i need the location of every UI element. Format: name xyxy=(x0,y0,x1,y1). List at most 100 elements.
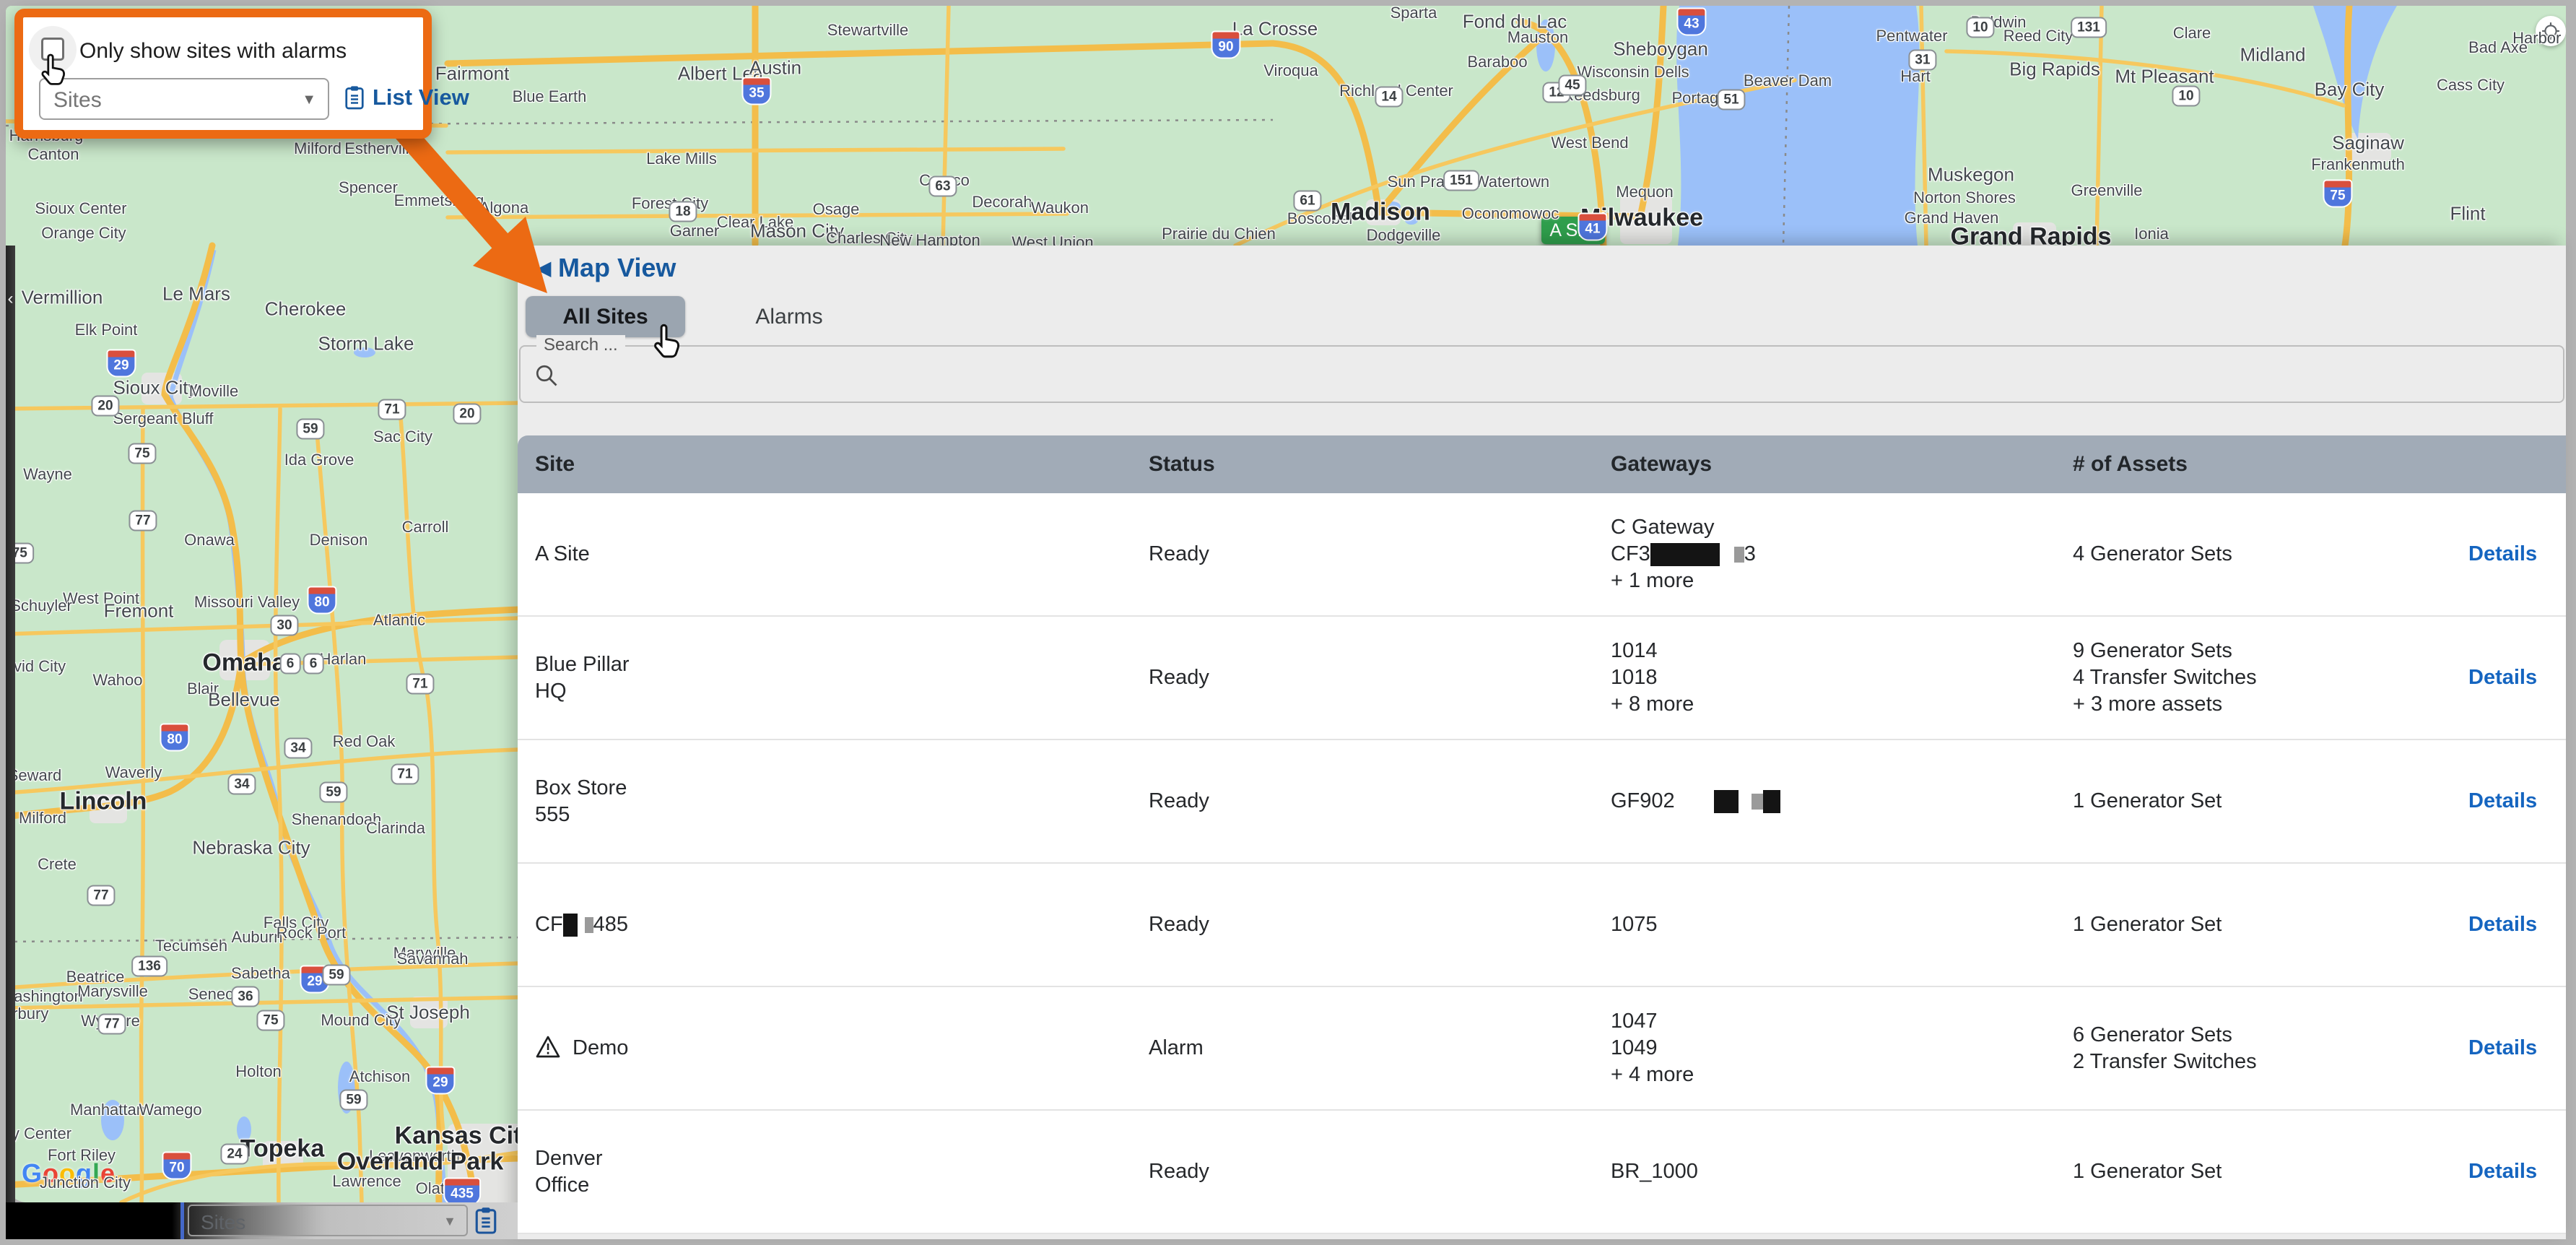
map-label: Flint xyxy=(2450,203,2485,225)
cell-line: 1018 xyxy=(1611,664,2055,691)
cell-line: + 1 more xyxy=(1611,568,2055,594)
map-label: Greenville xyxy=(2071,181,2142,200)
table-header: Site Status Gateways # of Assets xyxy=(518,435,2566,493)
map-label: Saginaw xyxy=(2332,132,2404,155)
map-label: Rock Port xyxy=(277,924,347,942)
map-label: Mequon xyxy=(1616,183,1674,201)
map-label: Sparta xyxy=(1391,6,1437,22)
us-route-shield: 20 xyxy=(91,396,119,417)
sites-mini-select[interactable]: Sites ▼ xyxy=(188,1205,468,1236)
map-label: Orange City xyxy=(41,224,126,243)
map-label: Spencer xyxy=(339,178,398,197)
cell-line: 6 Generator Sets xyxy=(2073,1022,2468,1049)
redaction-block xyxy=(1714,790,1739,813)
map-label: Sergeant Bluff xyxy=(113,409,213,428)
cell-line: 1 Generator Set xyxy=(2073,911,2468,938)
cell-gateways: 1075 xyxy=(1593,911,2055,938)
search-input[interactable]: Search ... xyxy=(519,345,2564,403)
map-label: Muskegon xyxy=(1928,164,2014,186)
window-left-edge: ‹ xyxy=(6,246,15,1202)
list-view-button[interactable]: List View xyxy=(344,84,469,111)
cell-line: HQ xyxy=(535,678,630,705)
tab-alarms[interactable]: Alarms xyxy=(710,296,869,337)
map-label: Onawa xyxy=(184,531,235,550)
cell-assets: 1 Generator Set xyxy=(2055,788,2468,815)
us-route-shield: 75 xyxy=(128,443,156,464)
cell-assets: 6 Generator Sets2 Transfer Switches xyxy=(2055,1022,2468,1075)
status-value: Ready xyxy=(1149,913,1209,936)
us-route-shield: 10 xyxy=(2172,86,2200,107)
us-route-shield: 34 xyxy=(227,774,256,795)
annotation-callout: Only show sites with alarms Sites ▼ List… xyxy=(14,9,432,139)
cell-line: 4 Transfer Switches xyxy=(2073,664,2468,691)
interstate-shield: 29 xyxy=(106,350,136,378)
map-view-label: Map View xyxy=(558,253,676,283)
tab-all-sites-label: All Sites xyxy=(562,305,648,329)
sites-dropdown[interactable]: Sites ▼ xyxy=(39,78,329,120)
us-route-shield: 18 xyxy=(669,201,697,222)
cell-details: Details xyxy=(2468,1160,2566,1184)
cell-line: Office xyxy=(535,1172,603,1199)
us-route-shield: 45 xyxy=(1558,75,1586,96)
map-label: Washington xyxy=(6,987,83,1006)
cell-line: CF33 xyxy=(1611,541,2055,568)
map-label: Marysville xyxy=(77,982,148,1001)
map-label: Denison xyxy=(310,531,368,550)
cell-line: + 3 more assets xyxy=(2073,691,2468,718)
sites-panel: ◀ Map View All Sites Alarms Search ... S… xyxy=(518,246,2566,1239)
cell-line: 1049 xyxy=(1611,1035,2055,1062)
details-link[interactable]: Details xyxy=(2468,1160,2537,1183)
cell-gateways: C GatewayCF33+ 1 more xyxy=(1593,514,2055,594)
details-link[interactable]: Details xyxy=(2468,1036,2537,1059)
us-route-shield: 59 xyxy=(319,782,347,803)
map-label: Big Rapids xyxy=(2009,58,2100,81)
table-body: A SiteReadyC GatewayCF33+ 1 more4 Genera… xyxy=(518,493,2566,1234)
map-label: Pentwater xyxy=(1876,27,1947,45)
map-label: Austin xyxy=(749,57,801,79)
alarms-only-checkbox[interactable] xyxy=(41,38,64,61)
cell-details: Details xyxy=(2468,542,2566,566)
interstate-shield: 43 xyxy=(1676,8,1706,36)
map-label: Fond du Lac xyxy=(1463,11,1567,33)
cell-site: DenverOffice xyxy=(518,1145,1131,1199)
chevron-left-icon[interactable]: ‹ xyxy=(6,289,15,309)
cell-status: Ready xyxy=(1131,666,1593,690)
sites-dropdown-value: Sites xyxy=(53,88,102,113)
us-route-shield: 10 xyxy=(1966,17,1994,38)
us-route-shield: 63 xyxy=(928,176,957,197)
map-label: Atchison xyxy=(349,1067,410,1086)
details-link[interactable]: Details xyxy=(2468,789,2537,812)
map-label: Harlan xyxy=(320,650,367,669)
us-route-shield: 24 xyxy=(220,1144,248,1165)
table-row: DenverOfficeReadyBR_10001 Generator SetD… xyxy=(518,1111,2566,1234)
map-label: Prairie du Chien xyxy=(1162,225,1276,243)
map-label: Manhattan xyxy=(70,1101,145,1119)
details-link[interactable]: Details xyxy=(2468,666,2537,689)
map-label: Oconomowoc xyxy=(1462,204,1559,223)
map-label: Fort Riley xyxy=(48,1146,116,1165)
table-row: Box Store555ReadyGF9021 Generator SetDet… xyxy=(518,740,2566,864)
details-link[interactable]: Details xyxy=(2468,542,2537,565)
map-view-link[interactable]: ◀ Map View xyxy=(536,253,676,283)
cell-details: Details xyxy=(2468,789,2566,813)
cell-line: A Site xyxy=(535,541,590,568)
interstate-shield: 35 xyxy=(741,77,771,105)
map-label: Viroqua xyxy=(1263,61,1318,80)
cell-line: Demo xyxy=(573,1035,628,1062)
map-label: Osage xyxy=(813,200,860,219)
redaction-block xyxy=(1763,790,1780,813)
alarm-warning-icon xyxy=(535,1035,561,1062)
map-label: Clare xyxy=(2173,24,2211,43)
clipboard-icon xyxy=(344,84,365,111)
us-route-shield: 36 xyxy=(231,986,259,1007)
map-label: Moville xyxy=(189,382,238,401)
tab-all-sites[interactable]: All Sites xyxy=(526,296,685,337)
alarms-only-label: Only show sites with alarms xyxy=(79,39,347,64)
map-label: Wahoo xyxy=(93,671,143,690)
list-view-icon[interactable] xyxy=(474,1206,498,1239)
map-label: Nebraska City xyxy=(192,837,310,859)
map-label: Red Oak xyxy=(333,732,396,751)
cell-line: 1014 xyxy=(1611,638,2055,664)
table-row: CF485Ready10751 Generator SetDetails xyxy=(518,864,2566,987)
details-link[interactable]: Details xyxy=(2468,913,2537,936)
